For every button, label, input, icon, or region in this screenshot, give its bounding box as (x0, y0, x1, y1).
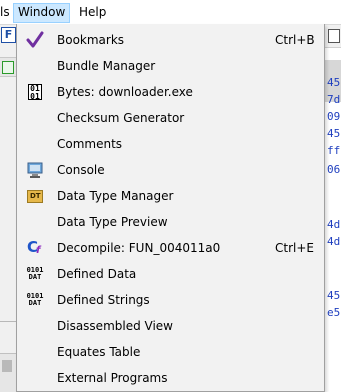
menu-window[interactable]: Window (13, 3, 71, 23)
function-icon[interactable]: F (1, 27, 16, 43)
menu-item-defined-data[interactable]: 0101 DAT Defined Data (17, 261, 324, 287)
menu-item-console[interactable]: Console (17, 157, 324, 183)
hex-byte: 45 (327, 76, 341, 89)
hex-byte: 45 (327, 127, 341, 140)
panel-tab[interactable] (0, 57, 16, 77)
listing-toolbar (324, 25, 341, 48)
menu-item-shortcut: Ctrl+B (275, 33, 315, 47)
menu-item-equates-table[interactable]: Equates Table (17, 339, 324, 365)
menu-item-checksum-generator[interactable]: Checksum Generator (17, 105, 324, 131)
dt-icon-text: DT (30, 191, 41, 200)
menu-item-label: Bundle Manager (57, 59, 156, 73)
hex-byte: 09 (327, 110, 341, 123)
menu-help[interactable]: Help (75, 3, 110, 21)
menu-item-bundle-manager[interactable]: Bundle Manager (17, 53, 324, 79)
menu-item-label: Checksum Generator (57, 111, 185, 125)
dat-icon-bottom: DAT (28, 299, 42, 307)
monitor-icon (26, 161, 44, 179)
decompile-icon-sub: f (36, 245, 41, 256)
menu-item-bookmarks[interactable]: Bookmarks Ctrl+B (17, 27, 324, 53)
menu-item-comments[interactable]: Comments (17, 131, 324, 157)
binary-icon: 01 01 (26, 83, 44, 101)
menu-item-data-type-manager[interactable]: DT Data Type Manager (17, 183, 324, 209)
hex-byte: 4d (327, 235, 341, 248)
hex-byte: ff (327, 144, 341, 157)
menu-item-label: Bytes: downloader.exe (57, 85, 193, 99)
menu-item-external-programs[interactable]: External Programs (17, 365, 324, 391)
hex-byte: 45 (327, 289, 341, 302)
menu-item-label: Equates Table (57, 345, 141, 359)
menu-item-disassembled-view[interactable]: Disassembled View (17, 313, 324, 339)
hex-byte: 7d (327, 93, 341, 106)
menu-item-label: Disassembled View (57, 319, 173, 333)
dat-icon: 0101 DAT (26, 291, 44, 309)
dat-icon: 0101 DAT (26, 265, 44, 283)
menubar: ls Window Help (0, 0, 341, 25)
decompile-icon: C f (26, 238, 44, 257)
hex-byte: e5 (327, 306, 341, 319)
hex-byte: 06 (327, 163, 341, 176)
menu-item-shortcut: Ctrl+E (275, 241, 314, 255)
menu-item-label: Data Type Manager (57, 189, 174, 203)
add-icon (2, 61, 14, 74)
menu-item-label: Console (57, 163, 105, 177)
listing-icon[interactable] (328, 29, 340, 43)
listing-panel-edge: 45 7d 09 45 ff 06 4d 4d 45 e5 (324, 25, 341, 391)
menu-item-label: Defined Strings (57, 293, 150, 307)
hex-byte: 4d (327, 218, 341, 231)
bottom-panel (0, 353, 16, 392)
menu-item-label: Data Type Preview (57, 215, 168, 229)
folder-dt-icon: DT (26, 187, 44, 205)
menu-item-label: External Programs (57, 371, 168, 385)
binary-icon-text: 01 (30, 92, 40, 101)
menu-item-data-type-preview[interactable]: Data Type Preview (17, 209, 324, 235)
lock-icon[interactable] (2, 360, 12, 372)
menu-item-defined-strings[interactable]: 0101 DAT Defined Strings (17, 287, 324, 313)
menu-item-bytes[interactable]: 01 01 Bytes: downloader.exe (17, 79, 324, 105)
dat-icon-bottom: DAT (28, 273, 42, 281)
menu-tools-partial[interactable]: ls (0, 3, 14, 21)
menu-item-label: Defined Data (57, 267, 137, 281)
checkmark-icon (26, 31, 44, 49)
menu-item-label: Comments (57, 137, 123, 151)
menu-item-label: Bookmarks (57, 33, 125, 47)
menu-item-decompile[interactable]: C f Decompile: FUN_004011a0 Ctrl+E (17, 235, 324, 261)
window-menu-dropdown: Bookmarks Ctrl+B Bundle Manager 01 01 By… (16, 24, 325, 392)
menu-item-label: Decompile: FUN_004011a0 (57, 241, 221, 255)
left-toolbar-strip: F (0, 25, 17, 392)
